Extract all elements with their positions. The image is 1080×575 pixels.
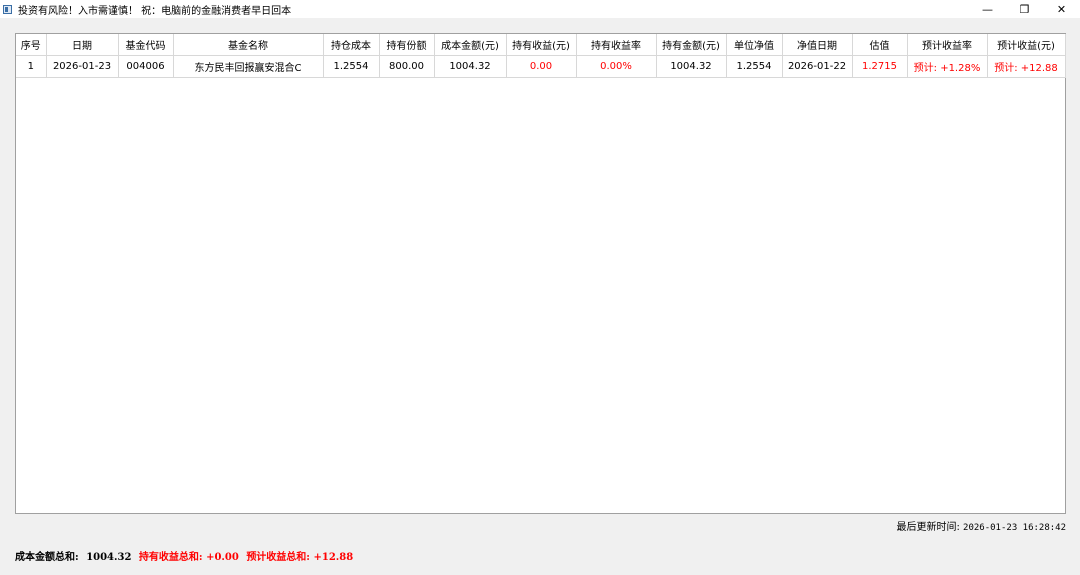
window-controls: — ❐ ✕ [969, 0, 1080, 18]
summary-hold-profit: 持有收益总和: +0.00 [138, 552, 239, 563]
cell-estimate[interactable]: 1.2715 [852, 55, 908, 78]
cell-est-rate[interactable]: 预计: +1.28% [907, 55, 988, 78]
close-button[interactable]: ✕ [1043, 0, 1080, 18]
col-header-nav[interactable]: 单位净值 [726, 34, 783, 56]
col-header-shares[interactable]: 持有份额 [379, 34, 435, 56]
summary-bar: 成本金额总和: 1004.32 持有收益总和: +0.00 预计收益总和: +1… [15, 548, 357, 563]
cell-hold-cost[interactable]: 1.2554 [323, 55, 380, 78]
cell-est-profit[interactable]: 预计: +12.88 [987, 55, 1066, 78]
maximize-button[interactable]: ❐ [1006, 0, 1043, 18]
cell-cost-amount[interactable]: 1004.32 [434, 55, 507, 78]
cell-hold-profit[interactable]: 0.00 [506, 55, 577, 78]
table-header-row: 序号 日期 基金代码 基金名称 持仓成本 持有份额 成本金额(元) 持有收益(元… [16, 34, 1066, 56]
col-header-index[interactable]: 序号 [16, 34, 47, 56]
cell-index[interactable]: 1 [16, 55, 47, 78]
col-header-hold-rate[interactable]: 持有收益率 [576, 34, 657, 56]
col-header-hold-cost[interactable]: 持仓成本 [323, 34, 380, 56]
minimize-button[interactable]: — [969, 0, 1006, 18]
last-update-value: 2026-01-23 16:28:42 [963, 523, 1066, 533]
cell-shares[interactable]: 800.00 [379, 55, 435, 78]
col-header-est-profit[interactable]: 预计收益(元) [987, 34, 1066, 56]
table-row[interactable]: 1 2026-01-23 004006 东方民丰回报赢安混合C 1.2554 8… [16, 55, 1066, 78]
col-header-fund-name[interactable]: 基金名称 [173, 34, 324, 56]
cell-nav[interactable]: 1.2554 [726, 55, 783, 78]
col-header-date[interactable]: 日期 [46, 34, 119, 56]
summary-cost-label: 成本金额总和: [15, 552, 79, 563]
cell-hold-amount[interactable]: 1004.32 [656, 55, 727, 78]
app-icon [3, 4, 12, 14]
summary-cost-value: 1004.32 [86, 552, 132, 563]
col-header-cost-amount[interactable]: 成本金额(元) [434, 34, 507, 56]
summary-est-profit: 预计收益总和: +12.88 [246, 552, 354, 563]
fund-table-container[interactable]: 序号 日期 基金代码 基金名称 持仓成本 持有份额 成本金额(元) 持有收益(元… [15, 33, 1066, 514]
title-bar[interactable]: 投资有风险！入市需谨慎！ 祝：电脑前的金融消费者早日回本 — ❐ ✕ [0, 0, 1080, 18]
col-header-hold-amount[interactable]: 持有金额(元) [656, 34, 727, 56]
col-header-nav-date[interactable]: 净值日期 [782, 34, 853, 56]
cell-hold-rate[interactable]: 0.00% [576, 55, 657, 78]
last-update: 最后更新时间: 2026-01-23 16:28:42 [896, 518, 1066, 533]
col-header-fund-code[interactable]: 基金代码 [118, 34, 174, 56]
cell-fund-name[interactable]: 东方民丰回报赢安混合C [173, 55, 324, 78]
window-title: 投资有风险！入市需谨慎！ 祝：电脑前的金融消费者早日回本 [18, 5, 292, 17]
cell-date[interactable]: 2026-01-23 [46, 55, 119, 78]
cell-nav-date[interactable]: 2026-01-22 [782, 55, 853, 78]
fund-table: 序号 日期 基金代码 基金名称 持仓成本 持有份额 成本金额(元) 持有收益(元… [16, 34, 1066, 78]
cell-fund-code[interactable]: 004006 [118, 55, 174, 78]
last-update-label: 最后更新时间: [896, 522, 960, 533]
col-header-est-rate[interactable]: 预计收益率 [907, 34, 988, 56]
col-header-estimate[interactable]: 估值 [852, 34, 908, 56]
col-header-hold-profit[interactable]: 持有收益(元) [506, 34, 577, 56]
